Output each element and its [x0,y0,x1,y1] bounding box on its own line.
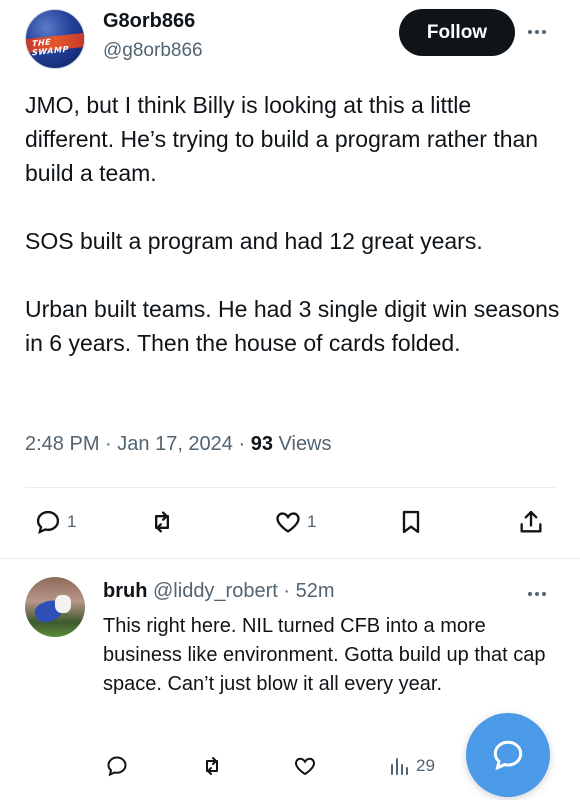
heart-icon [295,757,315,776]
author-handle[interactable]: @g8orb866 [103,40,203,62]
avatar-text: THE SWAMP [32,37,69,58]
tweet-date[interactable]: Jan 17, 2024 [117,433,233,455]
reply-view-count: 29 [416,756,435,775]
retweet-icon [206,757,218,775]
share-icon [520,510,542,533]
views-chart-icon [391,758,408,775]
reply-header: bruh @liddy_robert · 52m [103,580,335,603]
compose-fab[interactable] [466,713,550,797]
follow-button[interactable]: Follow [399,9,515,56]
heart-icon [276,512,300,533]
views-label: Views [278,433,332,455]
reply-count: 1 [67,512,77,531]
divider [25,487,555,488]
meta-separator: · [105,433,118,455]
meta-separator: · [238,433,251,455]
reply-button[interactable]: 1 [34,504,76,540]
reply-icon [107,756,127,777]
reply-retweet-button[interactable] [200,748,224,784]
like-count: 1 [307,512,317,531]
reply-author-avatar[interactable] [25,577,85,637]
bookmark-button[interactable] [397,504,425,540]
reply-views-button[interactable]: 29 [387,748,435,784]
reply-like-button[interactable] [293,748,317,784]
retweet-icon [155,511,169,533]
views-count: 93 [250,433,273,455]
chat-bubble-icon [493,740,523,771]
reply-age[interactable]: 52m [296,580,335,602]
meta-separator: · [283,580,296,602]
author-display-name[interactable]: G8orb866 [103,10,195,33]
tweet-time[interactable]: 2:48 PM [25,433,99,455]
like-button[interactable]: 1 [274,504,316,540]
share-button[interactable] [517,504,545,540]
reply-display-name[interactable]: bruh [103,580,147,602]
bookmark-icon [402,510,420,534]
tweet-action-bar: 1 1 [0,504,580,544]
reply-icon [36,510,60,534]
tweet-meta: 2:48 PM · Jan 17, 2024 · 93 Views [25,433,332,456]
reply-more-options-icon[interactable] [528,589,552,599]
author-avatar[interactable]: THE SWAMP [25,9,85,69]
reply-handle[interactable]: @liddy_robert [153,580,278,602]
section-separator [0,558,580,559]
reply-text: This right here. NIL turned CFB into a m… [103,615,546,695]
retweet-button[interactable] [148,504,176,540]
tweet-text: JMO, but I think Billy is looking at thi… [25,92,560,356]
reply-reply-button[interactable] [105,748,129,784]
more-options-icon[interactable] [528,22,552,42]
